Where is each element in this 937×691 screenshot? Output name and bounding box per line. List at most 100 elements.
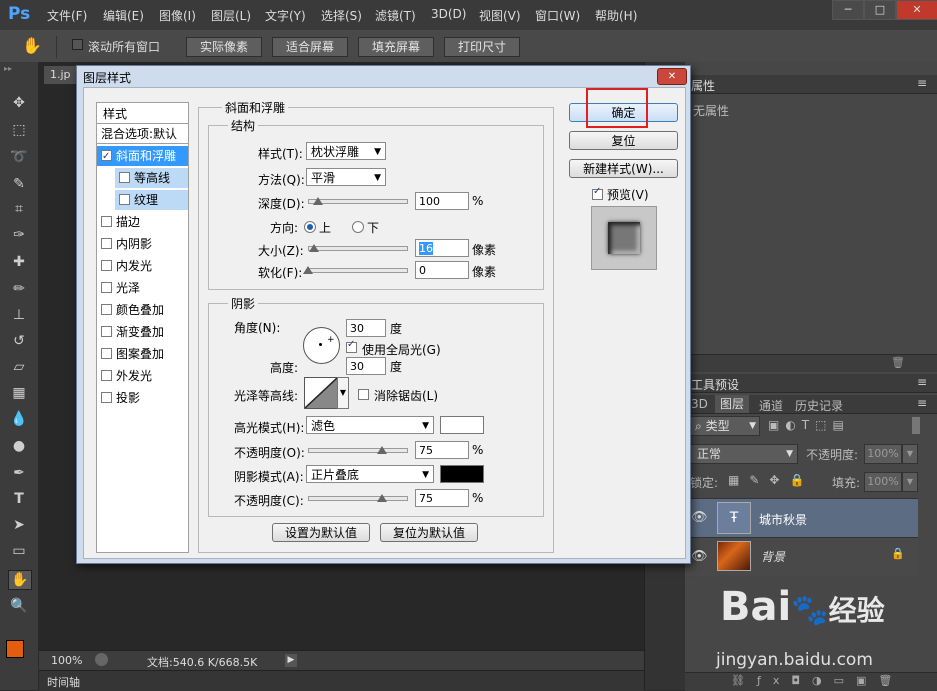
style-item-checkbox[interactable] [119,194,130,205]
style-item[interactable]: 图案叠加 [97,344,188,364]
style-select[interactable]: 枕状浮雕 ▼ [306,142,386,160]
anti-alias-checkbox[interactable] [358,387,369,401]
style-item[interactable]: 内阴影 [97,234,188,254]
soften-slider[interactable] [308,268,408,273]
tab-layers[interactable]: 图层 [715,395,750,413]
style-item[interactable]: 光泽 [97,278,188,298]
layer-name[interactable]: 背景 [761,548,785,565]
style-item-checkbox[interactable] [101,370,112,381]
altitude-input[interactable]: 30 [346,357,386,375]
style-item-checkbox[interactable] [101,238,112,249]
direction-down-label[interactable]: 下 [367,219,379,236]
style-item-checkbox[interactable] [101,348,112,359]
contour-dropdown-icon[interactable]: ▼ [337,377,349,409]
foreground-color-swatch[interactable] [6,640,24,658]
shape-tool-icon[interactable]: ▭ [8,542,30,560]
status-menu-arrow-icon[interactable]: ▶ [285,654,297,667]
menu-item[interactable]: 图层(L) [211,7,251,24]
style-item-checkbox[interactable] [101,304,112,315]
menu-item[interactable]: 窗口(W) [535,7,580,24]
shadow-opacity-input[interactable]: 75 [415,489,469,507]
layer-filter-icons[interactable]: ▣◐T⬚▤ [768,418,850,432]
blend-mode-select[interactable]: 正常 ▼ [690,444,798,464]
make-default-button[interactable]: 设置为默认值 [272,523,370,542]
highlight-opacity-thumb[interactable] [377,446,387,454]
quick-select-tool-icon[interactable]: ✎ [8,175,30,193]
hand-tool-icon[interactable]: ✋ [22,36,42,55]
soften-input[interactable]: 0 [415,261,469,279]
size-input[interactable]: 16 [415,239,469,257]
status-info-icon[interactable] [95,653,108,666]
filter-toggle[interactable] [912,417,920,434]
reset-default-button[interactable]: 复位为默认值 [380,523,478,542]
direction-up-label[interactable]: 上 [319,219,331,236]
soften-slider-thumb[interactable] [303,266,313,274]
layer-filter-select[interactable]: ⌕ 类型 ▼ [690,416,760,436]
scroll-all-windows-checkbox[interactable] [68,38,87,52]
crop-tool-icon[interactable]: ⌗ [8,200,30,218]
move-tool-icon[interactable]: ✥ [8,94,30,112]
direction-up-radio[interactable] [304,219,316,233]
anti-alias-label[interactable]: 消除锯齿(L) [374,387,438,404]
angle-dial[interactable]: + [303,327,340,364]
shadow-color-swatch[interactable] [440,465,484,483]
style-item-checkbox[interactable] [101,392,112,403]
type-tool-icon[interactable]: T [8,490,30,508]
technique-select[interactable]: 平滑 ▼ [306,168,386,186]
style-item-checkbox[interactable] [119,172,130,183]
zoom-tool-icon[interactable]: 🔍 [8,597,30,615]
dialog-titlebar[interactable]: 图层样式 ✕ [77,66,690,87]
hand-tool-button-icon[interactable]: ✋ [8,570,32,590]
dodge-tool-icon[interactable]: ● [8,437,30,455]
dialog-close-button[interactable]: ✕ [657,68,687,85]
tool-presets-tab[interactable]: 工具预设 [691,376,739,393]
style-item[interactable]: 渐变叠加 [97,322,188,342]
minimize-button[interactable]: ─ [832,0,864,20]
preview-checkbox[interactable] [592,186,603,201]
menu-item[interactable]: 文字(Y) [265,7,306,24]
layer-footer-icons[interactable]: ⛓ƒx◘◑▭▣🗑 [731,674,904,687]
menu-item[interactable]: 编辑(E) [103,7,144,24]
stamp-tool-icon[interactable]: ⊥ [8,306,30,324]
lasso-tool-icon[interactable]: ➰ [8,148,30,166]
gloss-contour-preview[interactable] [304,377,338,409]
visibility-eye-icon[interactable]: 👁 [691,549,708,564]
highlight-color-swatch[interactable] [440,416,484,434]
global-light-label[interactable]: 使用全局光(G) [362,341,441,358]
angle-input[interactable]: 30 [346,319,386,337]
actual-pixels-button[interactable]: 实际像素 [186,37,262,57]
shadow-opacity-thumb[interactable] [377,494,387,502]
fill-input[interactable]: 100% [864,472,902,492]
menu-item[interactable]: 图像(I) [159,7,196,24]
direction-down-radio[interactable] [352,219,364,233]
style-item-checkbox[interactable] [101,216,112,227]
menu-item[interactable]: 文件(F) [47,7,87,24]
style-item-checkbox[interactable] [101,260,112,271]
tab-history[interactable]: 历史记录 [795,397,843,414]
close-app-button[interactable]: ✕ [896,0,937,20]
marquee-tool-icon[interactable]: ⬚ [8,121,30,139]
opacity-input[interactable]: 100% [864,444,902,464]
path-select-tool-icon[interactable]: ➤ [8,516,30,534]
depth-slider[interactable] [308,199,408,204]
style-item-checkbox[interactable] [101,326,112,337]
menu-item[interactable]: 选择(S) [321,7,362,24]
layer-row[interactable]: 👁 Ŧ 城市秋景 [685,498,918,537]
eraser-tool-icon[interactable]: ▱ [8,358,30,376]
style-item[interactable]: 外发光 [97,366,188,386]
menu-item[interactable]: 帮助(H) [595,7,637,24]
toolbar-grip[interactable]: ▸▸ [4,64,34,73]
timeline-label[interactable]: 时间轴 [47,674,80,690]
visibility-eye-icon[interactable]: 👁 [691,510,708,525]
opacity-dropdown-icon[interactable]: ▼ [902,444,918,464]
highlight-opacity-slider[interactable] [308,448,408,453]
fill-dropdown-icon[interactable]: ▼ [902,472,918,492]
preview-label[interactable]: 预览(V) [607,186,649,203]
style-item[interactable]: 纹理 [115,190,188,210]
menu-item[interactable]: 3D(D) [431,7,466,21]
depth-slider-thumb[interactable] [313,197,323,205]
brush-tool-icon[interactable]: ✏ [8,280,30,298]
tab-3d[interactable]: 3D [691,397,708,411]
shadow-opacity-slider[interactable] [308,496,408,501]
tab-channels[interactable]: 通道 [759,397,783,414]
